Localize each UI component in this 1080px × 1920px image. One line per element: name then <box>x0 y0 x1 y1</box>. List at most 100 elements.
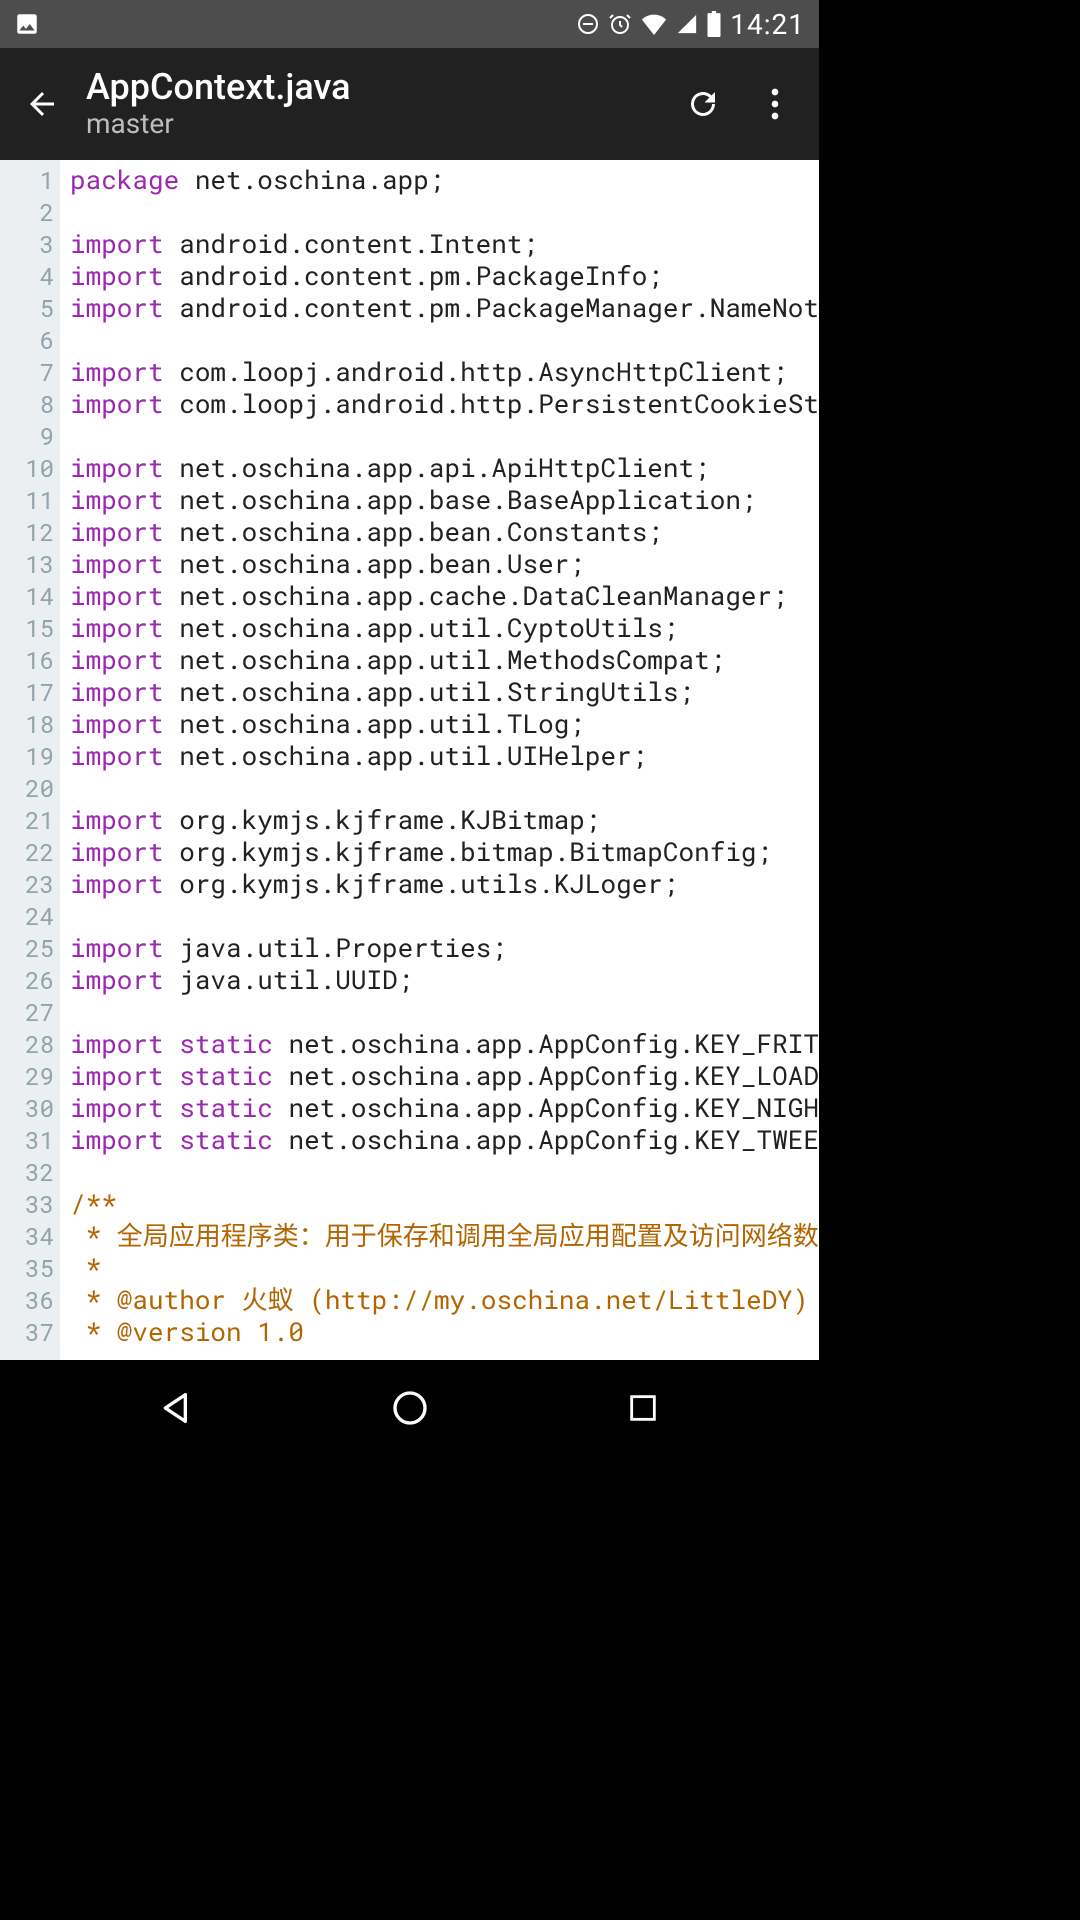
line-number: 8 <box>0 388 54 420</box>
line-number: 14 <box>0 580 54 612</box>
line-number: 16 <box>0 644 54 676</box>
line-number-gutter: 1234567891011121314151617181920212223242… <box>0 160 60 1360</box>
battery-icon <box>706 11 722 37</box>
code-line: * @version 1.0 <box>70 1316 819 1348</box>
status-clock: 14:21 <box>730 8 805 41</box>
square-recent-icon <box>626 1391 660 1425</box>
code-content: package net.oschina.app; import android.c… <box>60 160 819 1360</box>
code-line: import net.oschina.app.util.StringUtils; <box>70 676 819 708</box>
code-line: /** <box>70 1188 819 1220</box>
code-line: * @author 火蚁 (http://my.oschina.net/Litt… <box>70 1284 819 1316</box>
circle-home-icon <box>390 1388 430 1428</box>
code-line: package net.oschina.app; <box>70 164 819 196</box>
code-line: import static net.oschina.app.AppConfig.… <box>70 1028 819 1060</box>
code-line: import static net.oschina.app.AppConfig.… <box>70 1092 819 1124</box>
code-line: import static net.oschina.app.AppConfig.… <box>70 1060 819 1092</box>
line-number: 35 <box>0 1252 54 1284</box>
code-viewer[interactable]: 1234567891011121314151617181920212223242… <box>0 160 819 1360</box>
line-number: 11 <box>0 484 54 516</box>
line-number: 28 <box>0 1028 54 1060</box>
line-number: 24 <box>0 900 54 932</box>
code-line <box>70 196 819 228</box>
page-subtitle: master <box>86 107 663 140</box>
line-number: 23 <box>0 868 54 900</box>
overflow-button[interactable] <box>743 72 807 136</box>
back-button[interactable] <box>12 74 72 134</box>
page-title: AppContext.java <box>86 68 663 108</box>
code-line <box>70 996 819 1028</box>
line-number: 15 <box>0 612 54 644</box>
code-line: import net.oschina.app.util.UIHelper; <box>70 740 819 772</box>
line-number: 26 <box>0 964 54 996</box>
code-line: import java.util.Properties; <box>70 932 819 964</box>
line-number: 10 <box>0 452 54 484</box>
code-line <box>70 324 819 356</box>
code-line <box>70 420 819 452</box>
line-number: 19 <box>0 740 54 772</box>
code-line: * 全局应用程序类：用于保存和调用全局应用配置及访问网络数据 <box>70 1220 819 1252</box>
line-number: 29 <box>0 1060 54 1092</box>
code-line: import java.util.UUID; <box>70 964 819 996</box>
triangle-back-icon <box>157 1388 197 1428</box>
line-number: 37 <box>0 1316 54 1348</box>
status-bar: 14:21 <box>0 0 819 48</box>
code-line: import org.kymjs.kjframe.utils.KJLoger; <box>70 868 819 900</box>
code-line <box>70 900 819 932</box>
nav-home-button[interactable] <box>375 1373 445 1443</box>
line-number: 30 <box>0 1092 54 1124</box>
navigation-bar <box>0 1360 819 1456</box>
wifi-icon <box>640 13 668 35</box>
line-number: 21 <box>0 804 54 836</box>
nav-recent-button[interactable] <box>608 1373 678 1443</box>
code-line <box>70 772 819 804</box>
refresh-icon <box>685 86 721 122</box>
line-number: 9 <box>0 420 54 452</box>
line-number: 25 <box>0 932 54 964</box>
image-icon <box>14 11 40 37</box>
code-line: import net.oschina.app.base.BaseApplicat… <box>70 484 819 516</box>
line-number: 32 <box>0 1156 54 1188</box>
code-line: import android.content.pm.PackageInfo; <box>70 260 819 292</box>
line-number: 5 <box>0 292 54 324</box>
code-line: import net.oschina.app.bean.Constants; <box>70 516 819 548</box>
line-number: 7 <box>0 356 54 388</box>
line-number: 6 <box>0 324 54 356</box>
alarm-icon <box>608 12 632 36</box>
line-number: 22 <box>0 836 54 868</box>
code-line: import net.oschina.app.cache.DataCleanMa… <box>70 580 819 612</box>
code-line: import com.loopj.android.http.AsyncHttpC… <box>70 356 819 388</box>
code-line: import net.oschina.app.util.TLog; <box>70 708 819 740</box>
code-line: import android.content.Intent; <box>70 228 819 260</box>
line-number: 20 <box>0 772 54 804</box>
code-line <box>70 1156 819 1188</box>
line-number: 4 <box>0 260 54 292</box>
code-line: import net.oschina.app.bean.User; <box>70 548 819 580</box>
line-number: 12 <box>0 516 54 548</box>
code-line: import net.oschina.app.util.CyptoUtils; <box>70 612 819 644</box>
code-line: import android.content.pm.PackageManager… <box>70 292 819 324</box>
arrow-left-icon <box>24 86 60 122</box>
line-number: 33 <box>0 1188 54 1220</box>
code-line: import net.oschina.app.api.ApiHttpClient… <box>70 452 819 484</box>
line-number: 3 <box>0 228 54 260</box>
line-number: 1 <box>0 164 54 196</box>
line-number: 2 <box>0 196 54 228</box>
line-number: 17 <box>0 676 54 708</box>
code-line: import org.kymjs.kjframe.bitmap.BitmapCo… <box>70 836 819 868</box>
line-number: 34 <box>0 1220 54 1252</box>
line-number: 36 <box>0 1284 54 1316</box>
line-number: 27 <box>0 996 54 1028</box>
code-line: import com.loopj.android.http.Persistent… <box>70 388 819 420</box>
code-line: import net.oschina.app.util.MethodsCompa… <box>70 644 819 676</box>
cell-signal-icon <box>676 13 698 35</box>
line-number: 18 <box>0 708 54 740</box>
code-line: import org.kymjs.kjframe.KJBitmap; <box>70 804 819 836</box>
app-bar: AppContext.java master <box>0 48 819 160</box>
more-vert-icon <box>771 88 779 120</box>
refresh-button[interactable] <box>671 72 735 136</box>
line-number: 31 <box>0 1124 54 1156</box>
line-number: 13 <box>0 548 54 580</box>
nav-back-button[interactable] <box>142 1373 212 1443</box>
dnd-icon <box>576 12 600 36</box>
code-line: * <box>70 1252 819 1284</box>
